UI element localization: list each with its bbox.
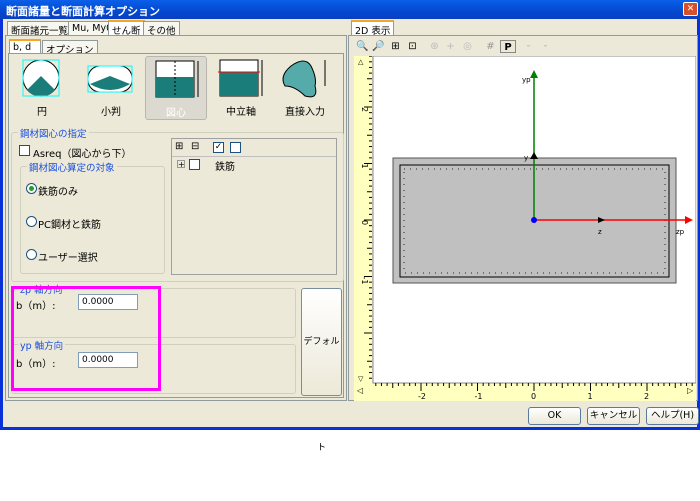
zp-label: zp [676,228,685,236]
zoom-out-icon[interactable]: 🔎 [372,40,385,53]
shape-label: 小判 [101,107,121,118]
check-all-button[interactable]: ✓ [213,142,224,153]
steel-tree-view: ⊞ ⊟ ✓ + 鉄筋 [171,138,337,275]
tree-item-checkbox[interactable] [189,159,200,170]
tree-item-rebar[interactable]: 鉄筋 [215,158,235,173]
window-title: 断面諸量と断面計算オプション [6,5,160,18]
scroll-down-icon[interactable]: ▽ [358,375,364,383]
scroll-right-icon[interactable]: ▷ [687,386,694,395]
uncheck-all-button[interactable] [230,142,241,153]
default-button[interactable]: デフォルト [301,288,342,453]
tab-shear[interactable]: せん断 [108,20,145,37]
shape-circle-button[interactable]: 円 [11,56,73,120]
radio-label: PC鋼材と鉄筋 [38,220,102,231]
pan-icon: ⊛ [430,41,439,52]
x-tick-label: 1 [588,392,593,401]
close-button[interactable]: ✕ [683,2,698,16]
y-tick-label: 2 [360,107,369,112]
collapse-all-icon[interactable]: ⊟ [191,141,199,152]
tab-section-list[interactable]: 断面諸元一覧 [7,21,73,37]
shape-direct-input-button[interactable]: 直接入力 [275,56,335,120]
2d-view-canvas[interactable]: -2 -1 0 1 2 2 1 0 -1 yp zp y z ◁ ▷ △ ▽ [354,56,696,401]
origin-point [531,217,537,223]
x-tick-label: -2 [418,392,426,401]
group-title: 鋼材図心算定の対象 [27,160,117,174]
asreq-label: Asreq（図心から下） [33,149,132,160]
y-label: y [524,154,528,162]
fit-window-icon[interactable]: ⊡ [406,40,419,53]
shape-oval-button[interactable]: 小判 [80,56,142,120]
radio-label: 鉄筋のみ [38,187,78,198]
yp-label: yp [522,76,531,84]
radio-rebar-only[interactable] [26,183,37,194]
oval-shape-icon [87,65,133,93]
radio-user-select[interactable] [26,249,37,260]
tree-expand-icon[interactable]: + [177,160,185,169]
subtab-option[interactable]: オプション [42,40,98,56]
tree-toolbar: ⊞ ⊟ ✓ [172,139,336,157]
scroll-up-icon[interactable]: △ [358,58,364,66]
fit-all-icon[interactable]: ⊞ [389,40,402,53]
dialog-window: 断面諸量と断面計算オプション ✕ 断面諸元一覧 Mu, My0 せん断 その他 b… [0,0,700,453]
z-label: z [598,228,602,236]
section-view2-icon: ⏑ [543,41,548,52]
shape-label: 中立軸 [226,107,256,118]
scroll-left-icon[interactable]: ◁ [356,386,363,395]
shape-label: 直接入力 [285,107,325,118]
crosshair-icon: + [446,41,455,52]
radio-label: ユーザー選択 [38,253,98,264]
circle-shape-icon [22,59,60,97]
tab-other[interactable]: その他 [143,21,180,37]
shape-label: 円 [37,107,47,118]
expand-all-icon[interactable]: ⊞ [175,141,183,152]
group-title: 鋼材図心の指定 [18,126,89,140]
shape-centroid-button[interactable]: 図心 [145,56,207,120]
y-tick-label: -1 [360,277,369,285]
grid-icon[interactable]: # [484,40,497,53]
center-icon: ◎ [463,41,472,52]
zoom-in-icon[interactable]: 🔍 [356,40,369,53]
y-tick-label: 0 [360,220,369,225]
subtab-bd[interactable]: b, d [9,39,41,54]
help-button[interactable]: ヘルプ(H) [646,407,699,425]
title-bar: 断面諸量と断面計算オプション ✕ [0,0,700,19]
ruler-icon[interactable]: P [500,40,516,53]
x-tick-label: -1 [475,392,483,401]
direct-input-shape-icon [282,60,326,98]
radio-pc-and-rebar[interactable] [26,216,37,227]
centroid-shape-icon [155,60,199,98]
shape-neutral-axis-button[interactable]: 中立軸 [210,56,272,120]
section-view-icon: ⏑ [526,41,531,52]
shape-label: 図心 [166,108,186,119]
x-tick-label: 0 [531,392,536,401]
tab-2d-view[interactable]: 2D 表示 [351,20,395,37]
ok-button[interactable]: OK [528,407,581,425]
asreq-checkbox[interactable] [19,145,30,156]
x-tick-label: 2 [644,392,649,401]
cancel-button[interactable]: キャンセル [587,407,640,425]
highlight-box [11,286,161,391]
y-tick-label: 1 [360,164,369,169]
neutral-axis-shape-icon [218,59,263,97]
